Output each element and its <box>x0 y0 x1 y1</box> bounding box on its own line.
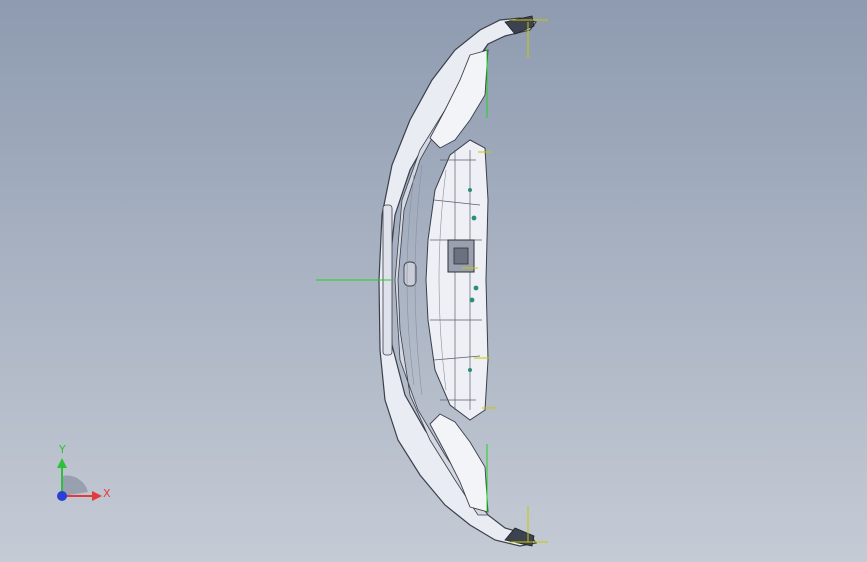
center-carrier-panel <box>425 139 489 421</box>
triad-y-label: Y <box>59 443 66 456</box>
center-emblem-slot <box>403 261 417 287</box>
graphics-viewport[interactable]: Y X <box>0 0 867 562</box>
latch-cutout-inner <box>453 247 469 265</box>
bumper-model[interactable] <box>0 0 867 562</box>
triad-x-label: X <box>103 487 111 500</box>
